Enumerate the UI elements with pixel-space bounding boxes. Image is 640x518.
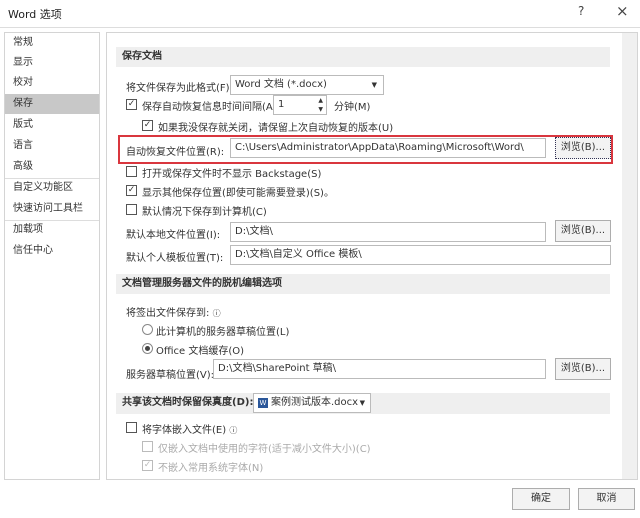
word-doc-icon: W	[258, 398, 268, 408]
spinner-arrows-icon[interactable]: ▲ ▼	[318, 96, 323, 114]
save-computer-label: 默认情况下保存到计算机(C)	[142, 207, 267, 218]
chevron-down-icon: ▼	[371, 81, 377, 89]
format-select[interactable]: Word 文档 (*.docx) ▼	[230, 75, 384, 95]
no-backstage-label: 打开或保存文件时不显示 Backstage(S)	[142, 169, 322, 180]
autosave-spinner[interactable]: 1 ▲ ▼	[273, 95, 327, 115]
no-common-fonts-label: 不嵌入常用系统字体(N)	[158, 463, 264, 474]
sidebar-item-language[interactable]: 语言	[5, 136, 99, 156]
sidebar-item-proofing[interactable]: 校对	[5, 73, 99, 93]
format-value: Word 文档 (*.docx)	[235, 79, 327, 90]
local-browse-button[interactable]: 浏览(B)...	[555, 220, 611, 242]
sidebar-item-display[interactable]: 显示	[5, 53, 99, 73]
local-location-label: 默认本地文件位置(I):	[126, 230, 221, 241]
minutes-label: 分钟(M)	[334, 102, 371, 113]
chevron-down-icon: ▼	[359, 399, 365, 407]
drafts-location-input[interactable]: D:\文档\SharePoint 草稿\	[213, 359, 546, 379]
autosave-value: 1	[278, 99, 285, 110]
embed-fonts-checkbox[interactable]	[126, 422, 137, 433]
show-other-checkbox[interactable]: ✓	[126, 185, 137, 196]
sidebar-item-addins[interactable]: 加载项	[5, 220, 99, 240]
fidelity-title: 共享该文档时保留保真度(D):	[122, 397, 254, 408]
drafts-location-label: 服务器草稿位置(V):	[126, 370, 215, 381]
scrollbar[interactable]	[622, 33, 637, 479]
no-backstage-checkbox[interactable]	[126, 166, 137, 177]
embed-fonts-label: 将字体嵌入文件(E) ⓘ	[142, 421, 237, 436]
local-location-input[interactable]: D:\文档\	[230, 222, 546, 242]
autorecover-label: 自动恢复文件位置(R):	[126, 147, 225, 158]
sidebar-item-trust-center[interactable]: 信任中心	[5, 241, 99, 261]
radio-server-drafts[interactable]	[142, 324, 153, 335]
sidebar-item-advanced[interactable]: 高级	[5, 157, 99, 177]
sidebar-item-save[interactable]: 保存	[5, 94, 99, 114]
sidebar-item-customize-ribbon[interactable]: 自定义功能区	[5, 178, 99, 198]
template-location-input[interactable]: D:\文档\自定义 Office 模板\	[230, 245, 611, 265]
sidebar: 常规 显示 校对 保存 版式 语言 高级 自定义功能区 快速访问工具栏 加载项 …	[4, 32, 100, 480]
help-button[interactable]: ?	[578, 4, 584, 18]
title-bar: Word 选项 ? ×	[0, 0, 640, 28]
autorecover-browse-button[interactable]: 浏览(B)...	[555, 137, 611, 159]
ok-button[interactable]: 确定	[512, 488, 570, 510]
sidebar-item-layout[interactable]: 版式	[5, 115, 99, 135]
fidelity-document-select[interactable]: W 案例测试版本.docx ▼	[253, 393, 371, 413]
autorecover-path-input[interactable]: C:\Users\Administrator\AppData\Roaming\M…	[230, 138, 546, 158]
format-label: 将文件保存为此格式(F):	[126, 83, 233, 94]
keep-last-checkbox[interactable]: ✓	[142, 120, 153, 131]
radio-office-cache-label: Office 文档缓存(O)	[156, 346, 245, 357]
info-icon: ⓘ	[229, 426, 238, 435]
autosave-label: 保存自动恢复信息时间间隔(A)	[142, 102, 277, 113]
section-save-documents: 保存文档	[116, 47, 610, 67]
checkout-label-text: 将签出文件保存到:	[126, 308, 210, 319]
radio-server-drafts-label: 此计算机的服务器草稿位置(L)	[156, 327, 290, 338]
no-common-fonts-checkbox[interactable]: ✓	[142, 460, 153, 471]
radio-office-cache[interactable]	[142, 343, 153, 354]
close-button[interactable]: ×	[616, 2, 629, 20]
only-used-chars-checkbox[interactable]	[142, 441, 153, 452]
autosave-checkbox[interactable]: ✓	[126, 99, 137, 110]
show-other-label: 显示其他保存位置(即使可能需要登录)(S)。	[142, 188, 334, 199]
sidebar-item-quick-access[interactable]: 快速访问工具栏	[5, 199, 99, 219]
keep-last-label: 如果我没保存就关闭，请保留上次自动恢复的版本(U)	[158, 123, 394, 134]
cancel-button[interactable]: 取消	[578, 488, 635, 510]
section-offline-editing: 文档管理服务器文件的脱机编辑选项	[116, 274, 610, 294]
save-computer-checkbox[interactable]	[126, 204, 137, 215]
drafts-browse-button[interactable]: 浏览(B)...	[555, 358, 611, 380]
embed-fonts-text: 将字体嵌入文件(E)	[142, 425, 227, 436]
checkout-label: 将签出文件保存到: ⓘ	[126, 304, 221, 319]
template-location-label: 默认个人模板位置(T):	[126, 253, 224, 264]
only-used-chars-label: 仅嵌入文档中使用的字符(适于减小文件大小)(C)	[158, 444, 371, 455]
fidelity-document-value: 案例测试版本.docx	[271, 397, 359, 408]
sidebar-item-general[interactable]: 常规	[5, 33, 99, 53]
window-title: Word 选项	[8, 8, 62, 21]
info-icon: ⓘ	[212, 309, 221, 318]
